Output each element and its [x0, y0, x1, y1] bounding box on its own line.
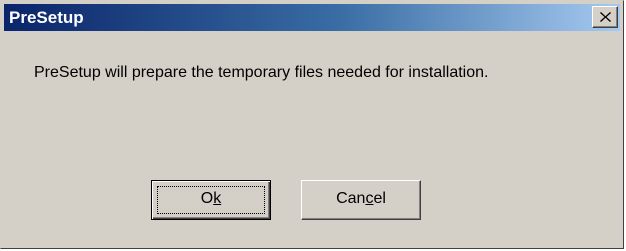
close-button[interactable] [592, 6, 618, 28]
dialog-window: PreSetup PreSetup will prepare the tempo… [0, 0, 624, 249]
ok-mnemonic: k [213, 190, 222, 207]
ok-label: Ok [200, 190, 222, 207]
ok-button[interactable]: Ok [151, 180, 271, 220]
cancel-label: Cancel [336, 190, 386, 207]
title-bar[interactable]: PreSetup [4, 4, 620, 31]
close-icon [600, 12, 611, 22]
cancel-button[interactable]: Cancel [301, 180, 421, 220]
window-title: PreSetup [9, 8, 84, 27]
message-text: PreSetup will prepare the temporary file… [34, 64, 489, 81]
